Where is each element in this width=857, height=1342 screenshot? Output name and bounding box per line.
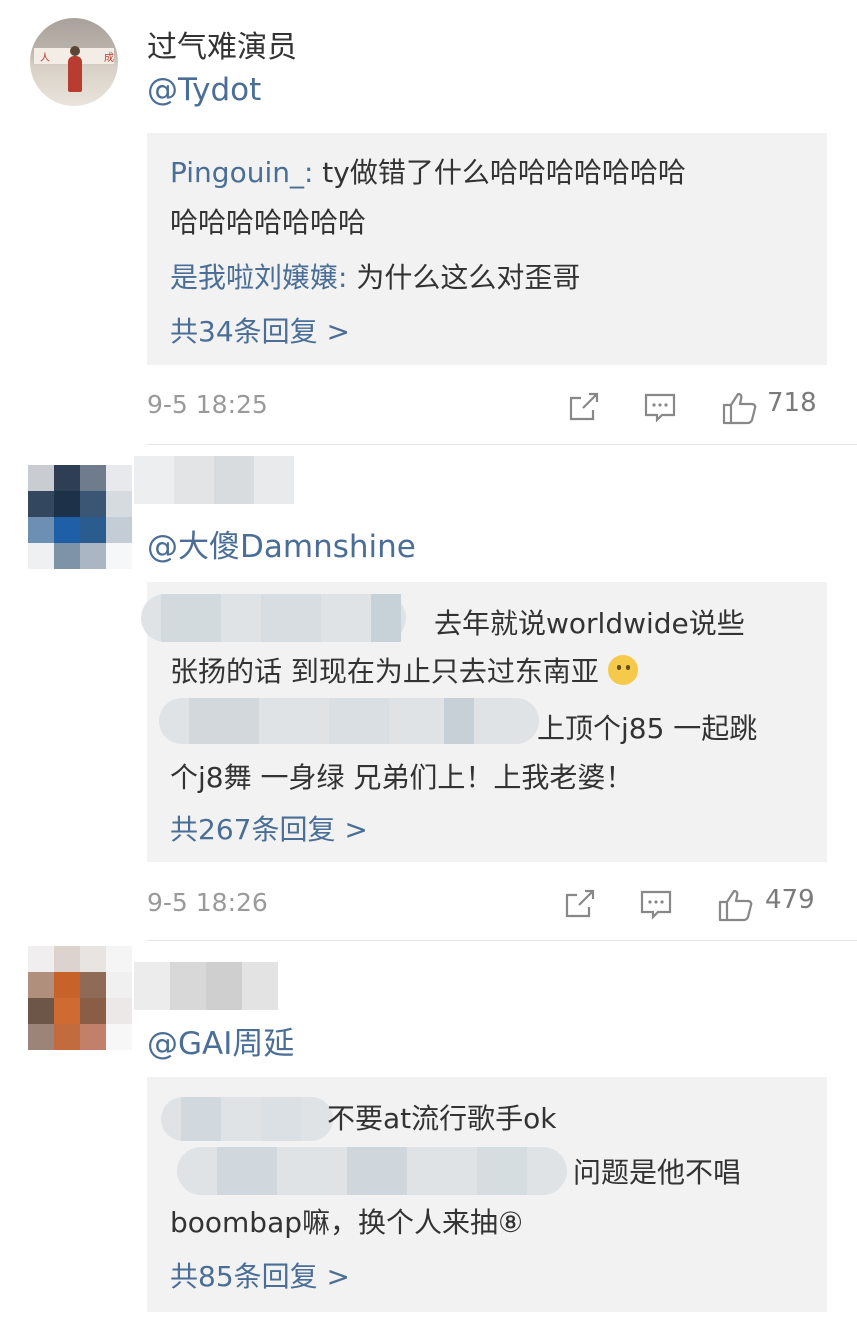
- share-icon: [569, 392, 599, 421]
- comment-text-mention[interactable]: @大傻Damnshine: [147, 521, 416, 566]
- avatar[interactable]: [28, 465, 136, 569]
- like-button[interactable]: 718: [721, 386, 827, 426]
- reply-line: 去年就说worldwide说些: [434, 607, 745, 640]
- comment-timestamp: 9-5 18:25: [147, 390, 268, 419]
- comment-button[interactable]: [639, 883, 679, 923]
- thumbs-up-icon: [718, 889, 753, 922]
- comment-text-mention[interactable]: @Tydot: [147, 72, 261, 108]
- reply-line: 上顶个j85 一起跳: [537, 712, 758, 745]
- comment-timestamp: 9-5 18:26: [147, 888, 268, 917]
- share-button[interactable]: [563, 883, 603, 923]
- reply-line: 是我啦刘嬢嬢: 为什么这么对歪哥: [170, 261, 581, 294]
- divider: [147, 940, 857, 941]
- thumbs-up-icon: [722, 392, 757, 425]
- reply-line: Pingouin_: ty做错了什么哈哈哈哈哈哈哈: [170, 156, 686, 189]
- comment-actions: 479: [563, 883, 827, 923]
- reply-line: 张扬的话 到现在为止只去过东南亚: [170, 650, 638, 690]
- redacted-username: [177, 1147, 567, 1195]
- reply-line: 不要at流行歌手ok: [327, 1102, 557, 1135]
- reply-preview-box[interactable]: 不要at流行歌手ok 问题是他不唱 boombap嘛，换个人来抽⑧ 共85条回复…: [147, 1077, 827, 1312]
- redacted-username: [159, 698, 539, 744]
- reply-line: boombap嘛，换个人来抽⑧: [170, 1206, 524, 1239]
- reply-line: 问题是他不唱: [573, 1156, 742, 1189]
- divider: [147, 444, 857, 445]
- avatar[interactable]: [28, 946, 136, 1052]
- comment-icon: [644, 393, 676, 423]
- reply-user[interactable]: 是我啦刘嬢嬢:: [170, 261, 347, 294]
- redacted-username: [161, 1097, 333, 1141]
- comment-actions: 718: [567, 386, 827, 426]
- comment-author[interactable]: 过气难演员: [147, 22, 297, 66]
- reply-preview-box[interactable]: Pingouin_: ty做错了什么哈哈哈哈哈哈哈 哈哈哈哈哈哈哈 是我啦刘嬢嬢…: [147, 133, 827, 365]
- comment-author-redacted[interactable]: [134, 962, 284, 1010]
- comment-author-redacted[interactable]: [134, 456, 300, 504]
- avatar[interactable]: 人成: [30, 18, 118, 106]
- view-replies-link[interactable]: 共34条回复 >: [170, 310, 350, 350]
- comment-text-mention[interactable]: @GAI周延: [147, 1018, 294, 1063]
- reply-line: 个j8舞 一身绿 兄弟们上！上我老婆！: [170, 761, 634, 794]
- share-icon: [565, 889, 595, 918]
- comment-icon: [640, 890, 672, 920]
- reply-line: 哈哈哈哈哈哈哈: [170, 206, 367, 239]
- emoji-icon: [607, 655, 638, 685]
- redacted-username: [141, 594, 406, 642]
- like-count: 479: [765, 885, 815, 915]
- comment-button[interactable]: [643, 386, 683, 426]
- reply-user[interactable]: Pingouin_:: [170, 156, 313, 189]
- share-button[interactable]: [567, 386, 607, 426]
- like-count: 718: [767, 388, 817, 418]
- reply-preview-box[interactable]: 去年就说worldwide说些 张扬的话 到现在为止只去过东南亚 上顶个j85 …: [141, 582, 827, 862]
- view-replies-link[interactable]: 共85条回复 >: [170, 1255, 350, 1295]
- like-button[interactable]: 479: [717, 883, 827, 923]
- view-replies-link[interactable]: 共267条回复 >: [170, 808, 368, 848]
